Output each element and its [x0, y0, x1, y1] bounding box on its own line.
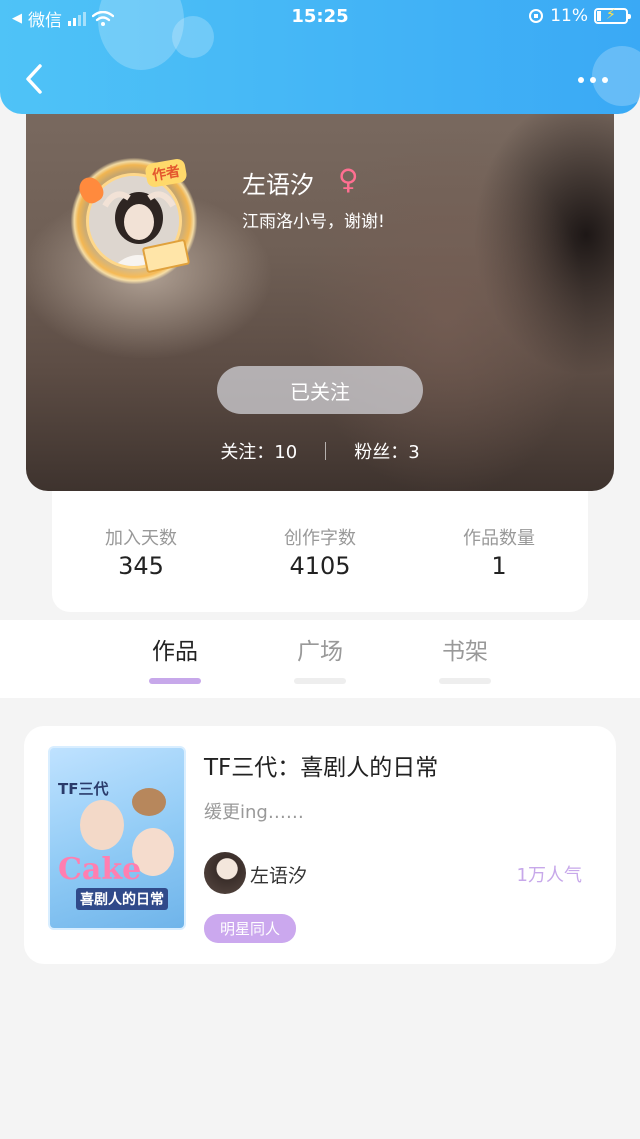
tab-indicator — [439, 678, 491, 684]
work-popularity: 1万人气 — [516, 865, 582, 886]
stat-label: 加入天数 — [105, 528, 177, 549]
back-icon[interactable] — [20, 62, 50, 96]
following-count[interactable]: 关注：10 — [220, 438, 297, 464]
stat-join-days: 加入天数 345 — [52, 524, 230, 580]
divider — [325, 442, 327, 460]
stat-label: 作品数量 — [463, 528, 535, 549]
stat-value: 1 — [491, 552, 507, 580]
tab-label: 书架 — [442, 639, 488, 665]
work-description: 缓更ing…… — [204, 802, 304, 823]
more-icon[interactable] — [578, 70, 614, 90]
stat-value: 4105 — [289, 552, 351, 580]
author-avatar — [204, 852, 246, 894]
battery-icon: ⚡ — [594, 7, 631, 24]
top-bar: ◀ 微信 15:25 11% ⚡ — [0, 0, 640, 114]
cover-figure — [80, 800, 124, 850]
followers-count[interactable]: 粉丝：3 — [354, 438, 419, 464]
status-bar: ◀ 微信 15:25 11% ⚡ — [0, 6, 640, 31]
tab-square[interactable]: 广场 — [260, 632, 380, 684]
work-card[interactable]: TF三代 Cake 喜剧人的日常 TF三代：喜剧人的日常 缓更ing…… 左语汐… — [24, 726, 616, 964]
cover-text: Cake — [58, 852, 142, 887]
work-author: 左语汐 — [250, 865, 308, 887]
tab-indicator — [149, 678, 201, 684]
user-name: 左语汐 — [242, 171, 314, 199]
tab-works[interactable]: 作品 — [115, 632, 235, 684]
work-title[interactable]: TF三代：喜剧人的日常 — [204, 748, 438, 782]
follow-stats: 关注：10 粉丝：3 — [26, 438, 614, 464]
stat-value: 345 — [118, 552, 164, 580]
followed-button[interactable]: 已关注 — [217, 366, 423, 414]
status-right: 11% ⚡ — [528, 6, 631, 26]
stat-label: 创作字数 — [284, 528, 356, 549]
stats-card: 加入天数 345 创作字数 4105 作品数量 1 — [52, 470, 588, 612]
user-signature: 江雨洛小号，谢谢! — [242, 212, 385, 232]
tab-label: 作品 — [152, 639, 198, 665]
orientation-lock-icon — [529, 9, 544, 23]
female-icon: ♀ — [338, 163, 359, 196]
bear-icon — [132, 788, 166, 816]
stat-word-count: 创作字数 4105 — [231, 524, 409, 580]
battery-percent: 11% — [550, 6, 588, 26]
stat-works-count: 作品数量 1 — [410, 524, 588, 580]
work-tag[interactable]: 明星同人 — [204, 914, 297, 943]
tab-indicator — [294, 678, 346, 684]
cover-text: TF三代 — [58, 780, 109, 798]
tab-bookshelf[interactable]: 书架 — [405, 632, 525, 684]
book-cover[interactable]: TF三代 Cake 喜剧人的日常 — [48, 746, 186, 930]
cover-text: 喜剧人的日常 — [76, 888, 168, 910]
tab-bar: 作品 广场 书架 — [0, 620, 640, 698]
profile-header: 作者 左语汐 ♀ 江雨洛小号，谢谢! 已关注 关注：10 粉丝：3 — [26, 95, 614, 491]
tab-label: 广场 — [297, 639, 343, 665]
